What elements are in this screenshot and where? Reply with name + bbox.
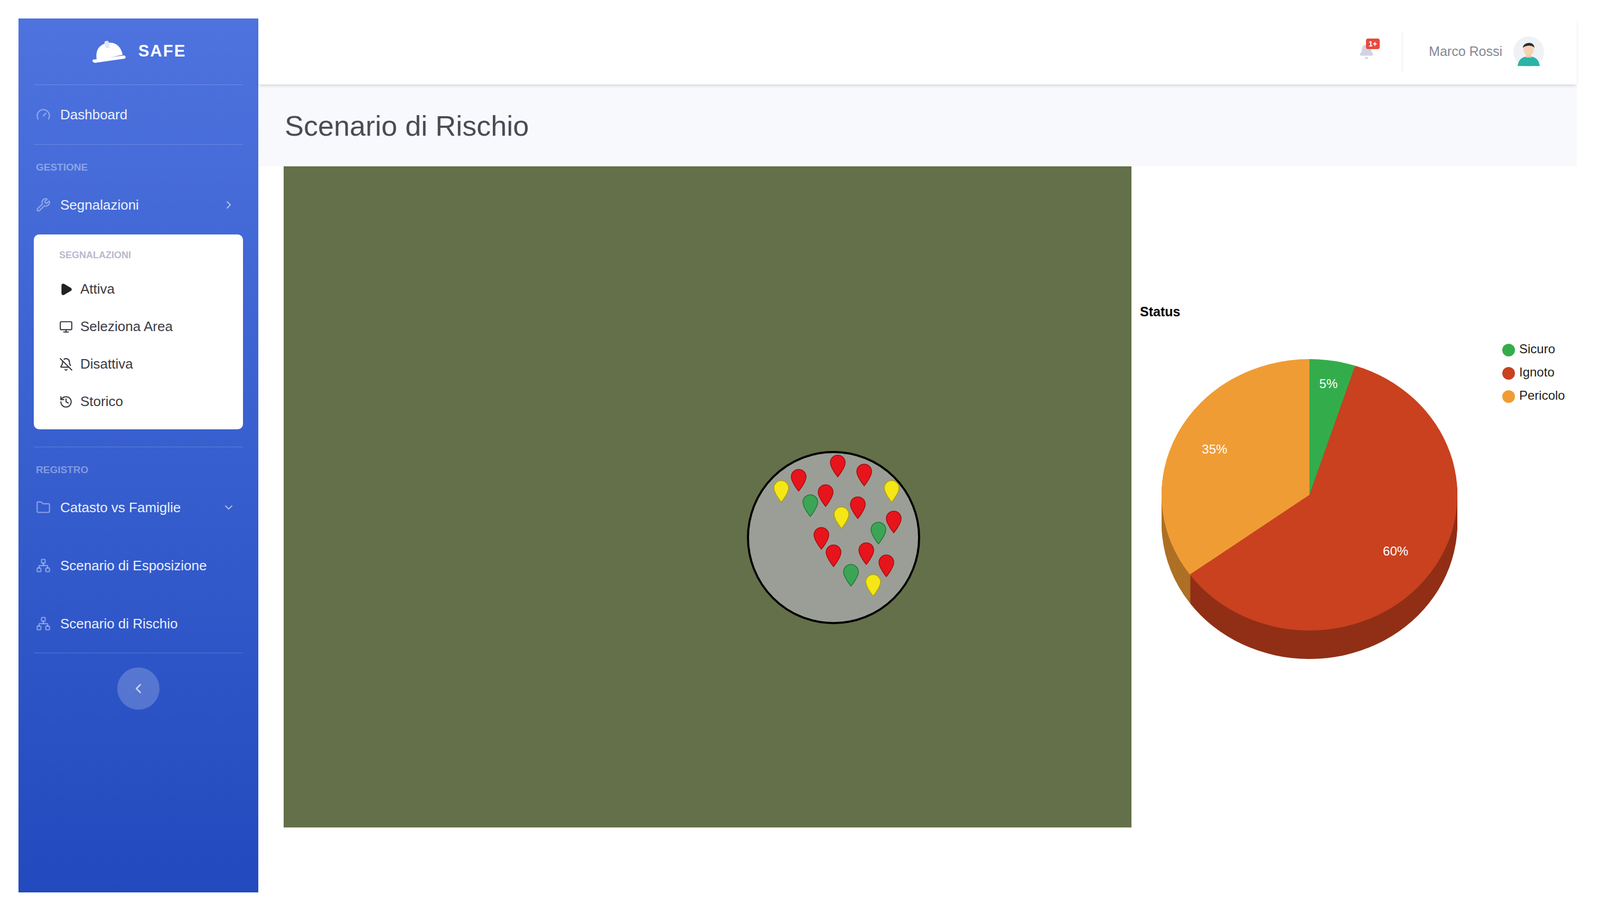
nav-icon [35, 558, 51, 574]
chart-title: Status [1139, 304, 1181, 320]
topbar-divider [1401, 31, 1403, 72]
map-pin-icon[interactable] [884, 509, 903, 535]
status-pie-chart: Status 5% 60% 35% Sicuro Ignoto Pericolo [1131, 166, 1577, 828]
sidebar-heading: GESTIONE [18, 144, 259, 176]
map-pin-icon[interactable] [857, 541, 876, 566]
chevron-left-icon [130, 680, 147, 697]
map-pin-icon[interactable] [882, 479, 901, 504]
map-pin-icon[interactable] [877, 553, 896, 578]
submenu: SEGNALAZIONI AttivaSeleziona AreaDisattiv… [33, 234, 243, 430]
legend-dot [1502, 367, 1515, 380]
map-pin-icon[interactable] [789, 468, 808, 493]
sidebar-section: GESTIONESegnalazioni SEGNALAZIONI AttivaSe… [18, 144, 259, 448]
map-pin-icon[interactable] [869, 520, 888, 546]
chevron-right-icon [222, 198, 236, 212]
content-row: Status 5% 60% 35% Sicuro Ignoto Pericolo [258, 166, 1577, 893]
submenu-icon [59, 282, 73, 297]
map-pin-icon[interactable] [801, 493, 820, 518]
pie-slice[interactable] [1161, 359, 1310, 575]
map-pin-icon[interactable] [841, 563, 860, 588]
nav-icon [35, 616, 51, 632]
user-avatar-icon[interactable] [1513, 36, 1545, 68]
notification-badge: 1+ [1365, 38, 1380, 50]
submenu-item[interactable]: Attiva [59, 270, 243, 308]
dashboard-icon [35, 107, 51, 123]
sidebar-section: REGISTROCatasto vs FamiglieScenario di E… [18, 447, 259, 654]
legend-label: Ignoto [1519, 365, 1555, 380]
submenu-icon [59, 320, 73, 334]
map-pin-icon[interactable] [812, 526, 831, 551]
slice-label: 60% [1382, 544, 1409, 559]
map-pin-icon[interactable] [824, 543, 843, 568]
main: 1+ Marco Rossi Scenario di Rischio Status 5%… [258, 18, 1577, 893]
sidebar-item[interactable]: Catasto vs Famiglie [18, 478, 259, 537]
legend-label: Pericolo [1519, 388, 1566, 403]
legend-item: Sicuro [1502, 341, 1556, 357]
slice-label: 5% [1319, 376, 1338, 391]
user-name[interactable]: Marco Rossi [1428, 41, 1503, 62]
map-pin-icon[interactable] [855, 462, 874, 488]
sidebar-item[interactable]: Scenario di Esposizione [18, 536, 259, 595]
sidebar-item[interactable]: Segnalazioni [18, 175, 259, 235]
map-pin-icon[interactable] [772, 479, 791, 504]
map-pin-icon[interactable] [832, 505, 851, 530]
submenu-icon [59, 395, 73, 409]
sidebar: SAFEDashboardGESTIONESegnalazioniSEGNALA… [18, 18, 259, 893]
sidebar-item[interactable]: Scenario di Rischio [18, 594, 259, 653]
map[interactable] [283, 166, 1132, 828]
submenu-item[interactable]: Seleziona Area [59, 307, 243, 346]
sidebar-heading: REGISTRO [18, 447, 259, 479]
brand[interactable]: SAFE [18, 18, 259, 85]
map-pin-icon[interactable] [816, 483, 835, 508]
map-pin-icon[interactable] [864, 573, 883, 598]
nav-icon [35, 197, 51, 213]
submenu-item[interactable]: Disattiva [59, 345, 243, 383]
page-title: Scenario di Rischio [284, 108, 1577, 143]
chart-panel: Status 5% 60% 35% Sicuro Ignoto Pericolo [1131, 166, 1577, 893]
sidebar-divider [33, 446, 243, 448]
sidebar-toggle[interactable] [117, 667, 160, 710]
submenu-item[interactable]: Storico [59, 382, 243, 421]
topbar: 1+ Marco Rossi [258, 18, 1577, 85]
slice-label: 35% [1201, 442, 1228, 457]
map-pin-icon[interactable] [848, 495, 867, 520]
sidebar-divider [33, 144, 243, 145]
submenu-icon [59, 357, 73, 372]
legend-dot [1502, 343, 1515, 357]
nav-icon [35, 500, 51, 516]
app: SAFEDashboardGESTIONESegnalazioniSEGNALA… [0, 0, 1600, 913]
helmet-logo-icon [90, 39, 128, 64]
sidebar-item[interactable]: Dashboard [18, 85, 259, 145]
sidebar-divider [33, 652, 243, 654]
risk-area-circle[interactable] [746, 451, 921, 625]
chevron-down-icon [222, 501, 236, 514]
title-strip: Scenario di Rischio [258, 84, 1577, 167]
sidebar-divider [33, 84, 243, 86]
brand-name: SAFE [138, 39, 187, 64]
legend-item: Ignoto [1502, 365, 1555, 380]
legend-item: Pericolo [1502, 388, 1566, 404]
map-pin-icon[interactable] [828, 453, 847, 479]
submenu-heading: SEGNALAZIONI [59, 249, 243, 261]
legend-dot [1502, 390, 1515, 404]
legend-label: Sicuro [1519, 341, 1556, 357]
notifications[interactable]: 1+ [1358, 43, 1375, 60]
